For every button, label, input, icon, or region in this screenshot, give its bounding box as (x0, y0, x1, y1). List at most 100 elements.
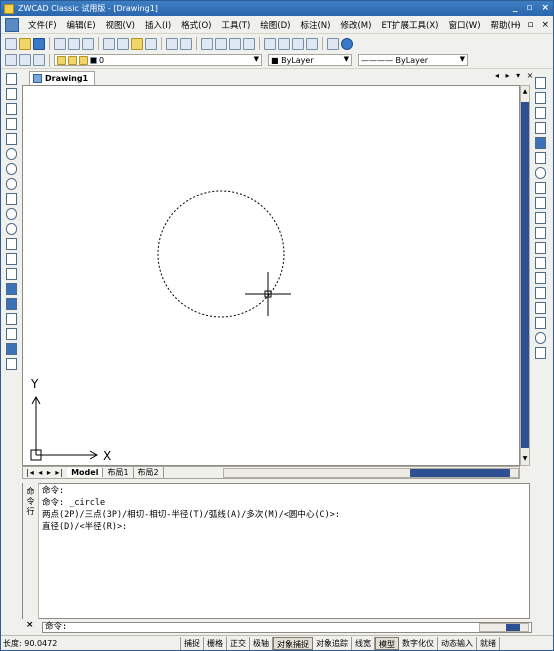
cut-icon[interactable] (103, 37, 115, 50)
explode-icon[interactable] (535, 317, 546, 329)
menu-window[interactable]: 窗口(W) (443, 19, 485, 31)
status-tablet[interactable]: 数字化仪 (399, 636, 438, 650)
layer-previous-icon[interactable] (33, 54, 45, 66)
print-icon[interactable] (54, 37, 66, 50)
layer-state-icon[interactable] (19, 54, 31, 66)
tab-layout2[interactable]: 布局2 (134, 467, 164, 478)
offset-icon[interactable] (535, 122, 546, 134)
status-otrack[interactable]: 对象追踪 (313, 636, 352, 650)
scale-icon[interactable] (535, 182, 546, 194)
doc-close-button[interactable]: × (541, 20, 549, 30)
search-icon[interactable] (327, 37, 339, 50)
chamfer-icon[interactable] (535, 287, 546, 299)
spline-icon[interactable] (6, 193, 17, 205)
layout-tab-nav[interactable]: |◂ ◂ ▸ ▸| (23, 468, 67, 477)
command-input[interactable]: 命令: (42, 622, 532, 633)
status-snap[interactable]: 捕捉 (181, 636, 204, 650)
zoom-realtime-icon[interactable] (215, 37, 227, 50)
rotate-icon[interactable] (535, 167, 546, 179)
ellipse-icon[interactable] (6, 208, 17, 220)
menu-insert[interactable]: 插入(I) (140, 19, 176, 31)
menu-format[interactable]: 格式(O) (176, 19, 216, 31)
redo-icon[interactable] (180, 37, 192, 50)
status-dynamic-input[interactable]: 动态输入 (438, 636, 477, 650)
array-icon[interactable] (535, 137, 546, 149)
menu-file[interactable]: 文件(F) (23, 19, 62, 31)
gradient-icon[interactable] (6, 298, 17, 310)
print-preview-icon[interactable] (68, 37, 80, 50)
menu-et-tools[interactable]: ET扩展工具(X) (376, 19, 443, 31)
scroll-down-icon[interactable]: ▼ (521, 454, 529, 464)
status-grid[interactable]: 栅格 (204, 636, 227, 650)
document-tab[interactable]: Drawing1 (29, 71, 96, 85)
make-block-icon[interactable] (6, 253, 17, 265)
mirror-icon[interactable] (535, 107, 546, 119)
edit-spline-icon[interactable] (535, 347, 546, 359)
menu-draw[interactable]: 绘图(D) (255, 19, 295, 31)
extend-icon[interactable] (535, 227, 546, 239)
tab-layout1[interactable]: 布局1 (103, 467, 134, 478)
calculator-icon[interactable] (306, 37, 318, 50)
menu-edit[interactable]: 编辑(E) (62, 19, 101, 31)
revision-cloud-icon[interactable] (6, 178, 17, 190)
arc-icon[interactable] (6, 148, 17, 160)
document-icon[interactable] (5, 17, 19, 32)
fillet-icon[interactable] (535, 302, 546, 314)
join-icon[interactable] (535, 272, 546, 284)
copy-object-icon[interactable] (535, 92, 546, 104)
properties-icon[interactable] (264, 37, 276, 50)
match-properties-icon[interactable] (145, 37, 157, 50)
horizontal-scrollbar[interactable] (223, 468, 519, 478)
rectangle-icon[interactable] (6, 133, 17, 145)
paste-icon[interactable] (131, 37, 143, 50)
region-icon[interactable] (6, 313, 17, 325)
minimize-button[interactable]: _ (513, 2, 518, 14)
tool-palettes-icon[interactable] (292, 37, 304, 50)
status-polar[interactable]: 极轴 (250, 636, 273, 650)
close-button[interactable]: × (541, 2, 549, 14)
stretch-icon[interactable] (535, 197, 546, 209)
hatch-icon[interactable] (6, 283, 17, 295)
dropdown-arrow-icon[interactable]: ▼ (460, 55, 465, 63)
line-icon[interactable] (6, 73, 17, 85)
scroll-thumb[interactable] (410, 469, 510, 477)
edit-polyline-icon[interactable] (535, 332, 546, 344)
command-close-button[interactable]: × (26, 620, 34, 630)
polyline-icon[interactable] (6, 103, 17, 115)
ellipse-arc-icon[interactable] (6, 223, 17, 235)
move-icon[interactable] (535, 152, 546, 164)
break-icon[interactable] (535, 257, 546, 269)
erase-icon[interactable] (535, 77, 546, 89)
scroll-up-icon[interactable]: ▲ (521, 87, 529, 97)
copy-icon[interactable] (117, 37, 129, 50)
image-icon[interactable] (6, 358, 17, 370)
insert-block-icon[interactable] (6, 238, 17, 250)
scroll-thumb[interactable] (506, 624, 520, 631)
scroll-thumb[interactable] (521, 102, 529, 448)
layer-combo[interactable]: 0 ▼ (54, 54, 262, 66)
save-icon[interactable] (33, 37, 45, 50)
menu-view[interactable]: 视图(V) (101, 19, 140, 31)
menu-tools[interactable]: 工具(T) (216, 19, 255, 31)
dropdown-arrow-icon[interactable]: ▼ (254, 55, 259, 63)
design-center-icon[interactable] (278, 37, 290, 50)
status-osnap[interactable]: 对象捕捉 (273, 636, 313, 650)
doc-minimize-button[interactable]: - (516, 20, 519, 30)
menu-modify[interactable]: 修改(M) (335, 19, 376, 31)
undo-icon[interactable] (166, 37, 178, 50)
linetype-combo[interactable]: ———— ByLayer ▼ (358, 54, 468, 66)
tab-navigation[interactable]: ◂ ▸ ▾ × (495, 71, 535, 80)
zoom-window-icon[interactable] (229, 37, 241, 50)
polygon-icon[interactable] (6, 118, 17, 130)
layer-manager-icon[interactable] (5, 54, 17, 66)
trim-icon[interactable] (535, 212, 546, 224)
dropdown-arrow-icon[interactable]: ▼ (344, 55, 349, 63)
tab-model[interactable]: Model (67, 468, 104, 477)
doc-restore-button[interactable]: ▫ (527, 20, 533, 30)
break-at-point-icon[interactable] (535, 242, 546, 254)
vertical-scrollbar[interactable]: ▲ ▼ (520, 85, 530, 466)
command-grip[interactable]: 命令行 (23, 483, 39, 619)
color-combo[interactable]: ■ ByLayer ▼ (268, 54, 352, 66)
wipeout-icon[interactable] (6, 328, 17, 340)
publish-icon[interactable] (82, 37, 94, 50)
